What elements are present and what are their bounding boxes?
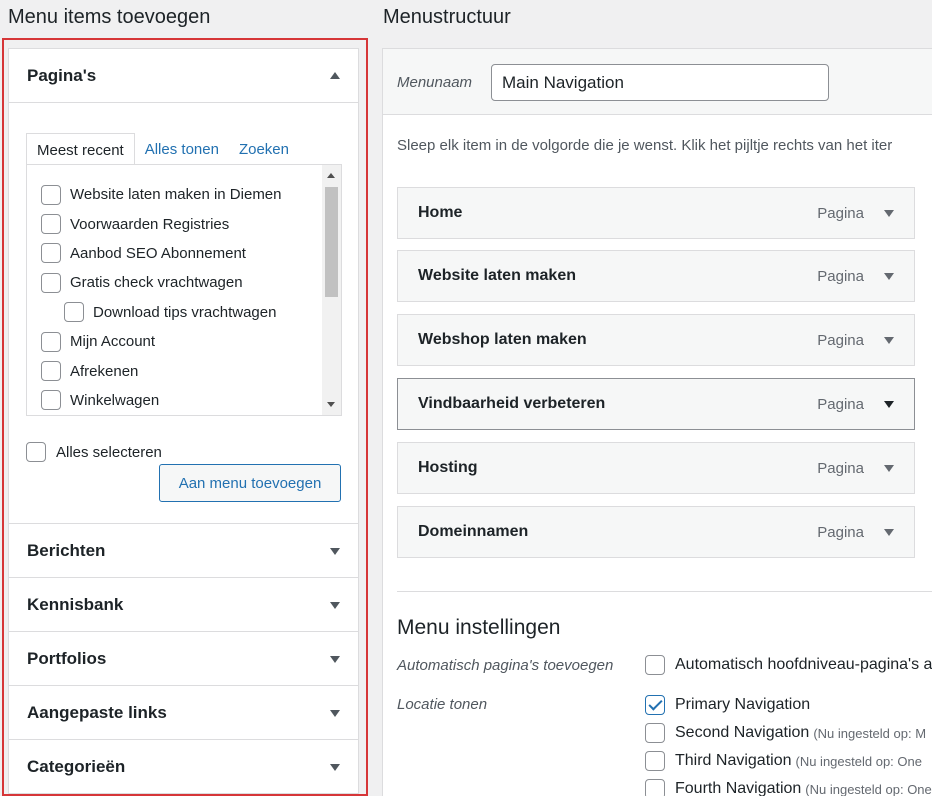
expand-arrow-icon[interactable] <box>884 400 894 408</box>
drag-instructions: Sleep elk item in de volgorde die je wen… <box>397 137 893 154</box>
expand-arrow-icon[interactable] <box>884 336 894 344</box>
location-note: (Nu ingesteld op: M <box>813 725 927 741</box>
menu-item-title: Hosting <box>418 459 478 476</box>
menu-item-title: Webshop laten maken <box>418 331 587 348</box>
divider <box>397 591 932 592</box>
location-label: Primary Navigation <box>675 696 811 713</box>
menu-name-row: Menunaam Main Navigation <box>383 49 932 115</box>
menu-item-title: Vindbaarheid verbeteren <box>418 395 606 412</box>
location-checkbox[interactable]: Fourth Navigation (Nu ingesteld op: One <box>645 779 932 796</box>
location-label: Fourth Navigation <box>675 780 802 796</box>
display-location-label: Locatie tonen <box>397 696 488 713</box>
menu-item-type: Pagina <box>817 523 864 541</box>
left-heading: Menu items toevoegen <box>8 6 211 28</box>
menu-settings-title: Menu instellingen <box>397 616 561 639</box>
auto-add-pages-option: Automatisch hoofdniveau-pagina's a <box>675 656 932 673</box>
menu-name-label: Menunaam <box>397 74 473 91</box>
right-heading: Menustructuur <box>383 6 511 28</box>
menu-item-type: Pagina <box>817 459 864 477</box>
menu-item-title: Home <box>418 204 463 221</box>
menu-item[interactable]: Hosting Pagina <box>397 442 915 494</box>
expand-arrow-icon[interactable] <box>884 272 894 280</box>
expand-arrow-icon[interactable] <box>884 464 894 472</box>
menu-item-type: Pagina <box>817 331 864 349</box>
location-checkbox[interactable]: Third Navigation (Nu ingesteld op: One <box>645 751 922 771</box>
location-note: (Nu ingesteld op: One <box>795 753 922 769</box>
checkbox[interactable] <box>645 779 665 796</box>
checkbox[interactable] <box>645 723 665 743</box>
highlight-outline <box>2 38 368 796</box>
location-label: Second Navigation <box>675 724 810 741</box>
expand-arrow-icon[interactable] <box>884 209 894 217</box>
menu-structure-column: Menunaam Main Navigation Sleep elk item … <box>382 48 932 796</box>
menu-name-input[interactable]: Main Navigation <box>491 64 829 101</box>
menu-item[interactable]: Domeinnamen Pagina <box>397 506 915 558</box>
menu-item[interactable]: Webshop laten maken Pagina <box>397 314 915 366</box>
checkbox[interactable] <box>645 655 665 675</box>
auto-add-pages-label: Automatisch pagina's toevoegen <box>397 657 614 674</box>
location-checkbox[interactable]: Second Navigation (Nu ingesteld op: M <box>645 723 926 743</box>
menu-item-type: Pagina <box>817 395 864 413</box>
menu-item-title: Domeinnamen <box>418 523 529 540</box>
menu-item-type: Pagina <box>817 204 864 222</box>
menu-item-type: Pagina <box>817 267 864 285</box>
menu-item[interactable]: Vindbaarheid verbeteren Pagina <box>397 378 915 430</box>
menu-item[interactable]: Home Pagina <box>397 187 915 239</box>
location-note: (Nu ingesteld op: One <box>805 781 932 796</box>
location-label: Third Navigation <box>675 752 792 769</box>
checkbox[interactable] <box>645 695 665 715</box>
menu-item[interactable]: Website laten maken Pagina <box>397 250 915 302</box>
checkbox[interactable] <box>645 751 665 771</box>
menu-item-title: Website laten maken <box>418 267 576 284</box>
auto-add-pages-checkbox[interactable]: Automatisch hoofdniveau-pagina's a <box>645 655 932 675</box>
location-checkbox[interactable]: Primary Navigation <box>645 695 814 715</box>
expand-arrow-icon[interactable] <box>884 528 894 536</box>
